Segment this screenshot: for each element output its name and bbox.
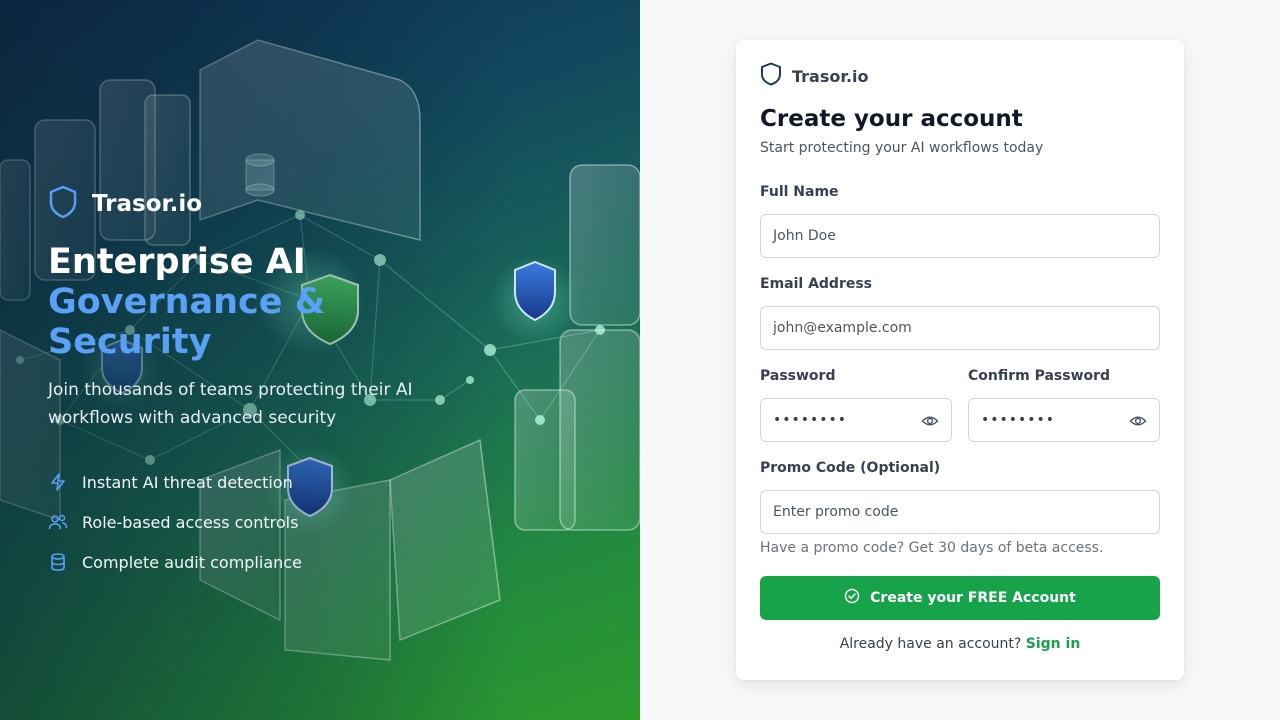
promo-hint: Have a promo code? Get 30 days of beta a… [760,540,1104,556]
confirm-password-field: Confirm Password •••••••• [968,368,1160,442]
signin-prompt: Already have an account? [839,636,1022,652]
hero-brand: Trasor.io [48,185,488,223]
shield-icon [48,185,78,223]
lightning-icon [48,472,68,492]
form-title: Create your account [760,106,1023,132]
hero-subtext: Join thousands of teams protecting their… [48,380,413,428]
signin-link[interactable]: Sign in [1026,636,1081,652]
signup-card: Trasor.io Create your account Start prot… [736,40,1184,680]
database-icon [48,552,68,572]
password-value: •••••••• [773,412,848,428]
signin-row: Already have an account? Sign in [760,636,1160,652]
card-brand: Trasor.io [760,62,1160,90]
shield-icon [760,62,782,90]
password-label: Password [760,368,836,384]
feature-item: Complete audit compliance [48,542,488,582]
card-brand-name: Trasor.io [792,66,869,86]
promo-code-input[interactable]: Enter promo code [760,490,1160,534]
eye-icon[interactable] [1129,412,1147,430]
create-account-button[interactable]: Create your FREE Account [760,576,1160,620]
feature-label: Complete audit compliance [82,552,302,572]
feature-label: Instant AI threat detection [82,472,293,492]
promo-code-label: Promo Code (Optional) [760,460,941,476]
feature-item: Role-based access controls [48,502,488,542]
hero-panel: Trasor.io Enterprise AI Governance & Sec… [0,0,640,720]
feature-item: Instant AI threat detection [48,462,488,502]
hero-headline-line1: Enterprise AI [48,242,306,282]
confirm-password-input[interactable]: •••••••• [968,398,1160,442]
eye-icon[interactable] [921,412,939,430]
email-placeholder: john@example.com [773,320,912,336]
form-subtitle: Start protecting your AI workflows today [760,140,1044,156]
email-field: Email Address john@example.com [760,276,1160,350]
password-field: Password •••••••• [760,368,952,442]
hero-headline: Enterprise AI Governance & Security [48,242,488,362]
email-label: Email Address [760,276,873,292]
full-name-label: Full Name [760,184,839,200]
full-name-input[interactable]: John Doe [760,214,1160,258]
hero-headline-line2: Governance & Security [48,282,326,362]
hero-content: Trasor.io Enterprise AI Governance & Sec… [48,185,488,582]
feature-list: Instant AI threat detection Role-based a… [48,462,488,582]
create-account-label: Create your FREE Account [870,590,1076,606]
promo-code-placeholder: Enter promo code [773,504,899,520]
password-input[interactable]: •••••••• [760,398,952,442]
check-circle-icon [844,588,860,608]
promo-code-field: Promo Code (Optional) Enter promo code [760,460,1160,534]
full-name-placeholder: John Doe [773,228,836,244]
full-name-field: Full Name John Doe [760,184,1160,258]
hero-brand-name: Trasor.io [92,191,203,217]
feature-label: Role-based access controls [82,512,299,532]
confirm-password-value: •••••••• [981,412,1056,428]
users-icon [48,512,68,532]
email-input[interactable]: john@example.com [760,306,1160,350]
confirm-password-label: Confirm Password [968,368,1111,384]
